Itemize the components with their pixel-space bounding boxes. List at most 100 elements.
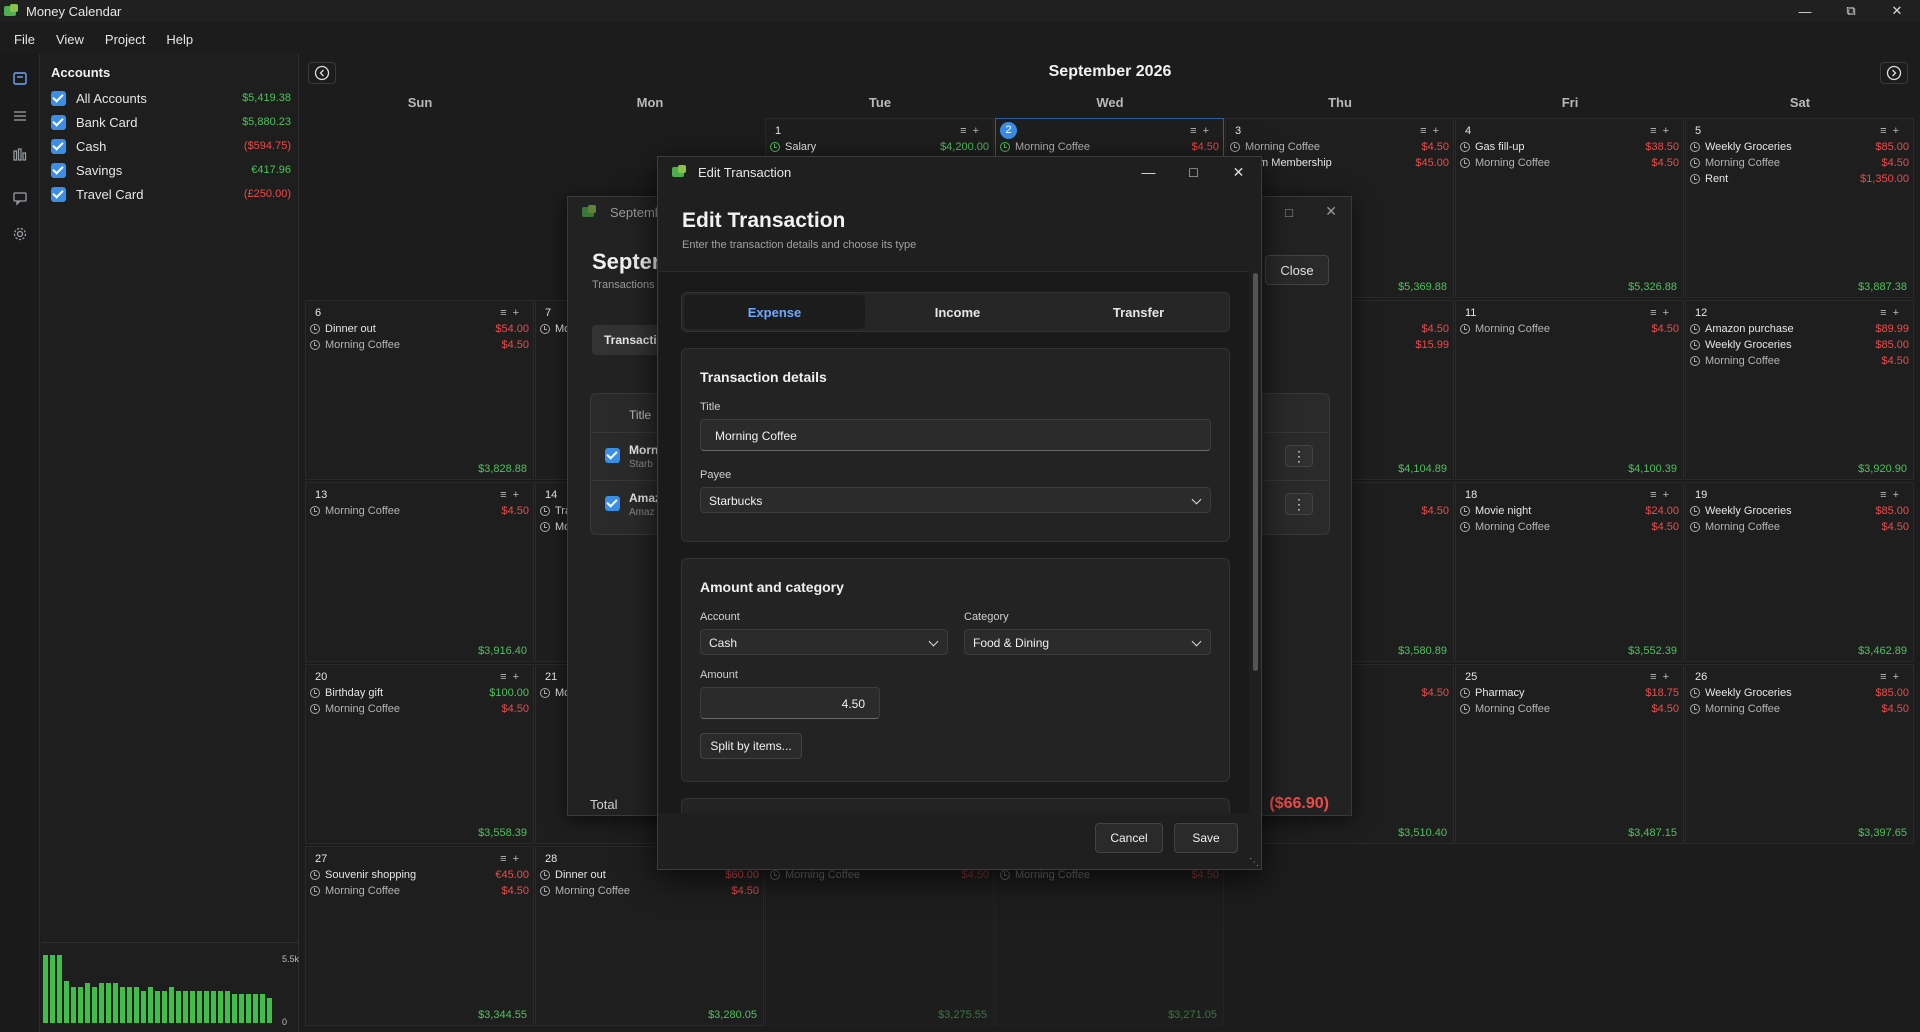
calendar-transaction[interactable]: Salary $4,200.00 xyxy=(770,139,989,155)
payee-select[interactable]: Starbucks xyxy=(700,487,1211,513)
close-icon[interactable]: ✕ xyxy=(1216,157,1261,187)
day-cell[interactable]: 26 ≡+ Weekly Groceries $85.00 Morning Coffee… xyxy=(1685,664,1914,844)
calendar-transaction[interactable]: Morning Coffee $4.50 xyxy=(310,337,529,353)
chat-icon[interactable] xyxy=(10,188,30,208)
day-list-add-icon[interactable]: ≡+ xyxy=(1650,671,1675,683)
calendar-transaction[interactable]: Weekly Groceries $85.00 xyxy=(1690,685,1909,701)
calendar-transaction[interactable]: Birthday gift $100.00 xyxy=(310,685,529,701)
menu-file[interactable]: File xyxy=(14,32,35,47)
scrollbar-thumb[interactable] xyxy=(1253,273,1258,671)
account-row-travel-card[interactable]: Travel Card (£250.00) xyxy=(51,184,291,204)
minimize-icon[interactable]: — xyxy=(1782,0,1828,22)
tab-income[interactable]: Income xyxy=(867,293,1048,331)
day-list-add-icon[interactable]: ≡+ xyxy=(1880,307,1905,319)
calendar-transaction[interactable]: Morning Coffee $4.50 xyxy=(1690,353,1909,369)
close-icon[interactable]: ✕ xyxy=(1325,203,1337,220)
day-cell[interactable]: 27 ≡+ Souvenir shopping €45.00 Morning Coffe… xyxy=(305,846,534,1026)
calendar-transaction[interactable]: Morning Coffee $4.50 xyxy=(1690,155,1909,171)
calendar-transaction[interactable]: Rent $1,350.00 xyxy=(1690,171,1909,187)
maximize-icon[interactable]: □ xyxy=(1171,157,1216,187)
day-list-add-icon[interactable]: ≡+ xyxy=(500,489,525,501)
calendar-transaction[interactable]: Morning Coffee $4.50 xyxy=(1460,321,1679,337)
cancel-button[interactable]: Cancel xyxy=(1095,823,1163,853)
checkbox-checked-icon[interactable] xyxy=(51,162,66,178)
calendar-transaction[interactable]: Souvenir shopping €45.00 xyxy=(310,867,529,883)
calendar-transaction[interactable]: Morning Coffee $4.50 xyxy=(1690,701,1909,717)
save-button[interactable]: Save xyxy=(1174,823,1238,853)
calendar-transaction[interactable]: Morning Coffee $4.50 xyxy=(1460,519,1679,535)
day-list-add-icon[interactable]: ≡+ xyxy=(500,671,525,683)
day-cell[interactable]: 6 ≡+ Dinner out $54.00 Morning Coffee $4.50 $3… xyxy=(305,300,534,480)
account-select[interactable]: Cash xyxy=(700,629,948,655)
account-row-all[interactable]: All Accounts $5,419.38 xyxy=(51,88,291,108)
checkbox-checked-icon[interactable] xyxy=(51,90,66,106)
day-cell[interactable]: 13 ≡+ Morning Coffee $4.50 $3,916.40 xyxy=(305,482,534,662)
day-cell[interactable]: 5 ≡+ Weekly Groceries $85.00 Morning Coffee $… xyxy=(1685,118,1914,298)
more-options-icon[interactable]: ⋮ xyxy=(1285,493,1313,515)
calendar-icon[interactable] xyxy=(10,68,30,88)
calendar-transaction[interactable]: Morning Coffee $4.50 xyxy=(1460,155,1679,171)
title-input[interactable]: Morning Coffee xyxy=(700,419,1211,451)
day-cell[interactable]: 19 ≡+ Weekly Groceries $85.00 Morning Coffee… xyxy=(1685,482,1914,662)
calendar-transaction[interactable]: Gas fill-up $38.50 xyxy=(1460,139,1679,155)
day-cell[interactable]: Morning Coffee $4.50 $3,271.05 xyxy=(995,846,1224,1026)
checkbox-checked-icon[interactable] xyxy=(51,138,66,154)
next-month-button[interactable] xyxy=(1880,62,1908,84)
menu-view[interactable]: View xyxy=(56,32,84,47)
calendar-transaction[interactable]: Weekly Groceries $85.00 xyxy=(1690,139,1909,155)
day-list-add-icon[interactable]: ≡+ xyxy=(500,307,525,319)
account-row-cash[interactable]: Cash ($594.75) xyxy=(51,136,291,156)
list-icon[interactable] xyxy=(10,106,30,126)
day-list-add-icon[interactable]: ≡+ xyxy=(1650,125,1675,137)
menu-project[interactable]: Project xyxy=(105,32,145,47)
calendar-transaction[interactable]: Weekly Groceries $85.00 xyxy=(1690,337,1909,353)
calendar-transaction[interactable]: Morning Coffee $4.50 xyxy=(310,503,529,519)
calendar-transaction[interactable]: Pharmacy $18.75 xyxy=(1460,685,1679,701)
day-list-add-icon[interactable]: ≡+ xyxy=(1880,489,1905,501)
account-row-savings[interactable]: Savings €417.96 xyxy=(51,160,291,180)
menu-help[interactable]: Help xyxy=(166,32,193,47)
day-list-add-icon[interactable]: ≡+ xyxy=(1420,125,1445,137)
account-row-bank-card[interactable]: Bank Card $5,880.23 xyxy=(51,112,291,132)
amount-input[interactable]: 4.50 xyxy=(700,687,880,719)
more-options-icon[interactable]: ⋮ xyxy=(1285,445,1313,467)
tab-expense[interactable]: Expense xyxy=(684,295,865,329)
calendar-transaction[interactable]: Dinner out $54.00 xyxy=(310,321,529,337)
checkbox-checked-icon[interactable] xyxy=(51,186,66,202)
category-select[interactable]: Food & Dining xyxy=(964,629,1211,655)
day-cell[interactable]: 25 ≡+ Pharmacy $18.75 Morning Coffee $4.50 $3,… xyxy=(1455,664,1684,844)
day-cell[interactable]: 20 ≡+ Birthday gift $100.00 Morning Coffee $4… xyxy=(305,664,534,844)
restore-icon[interactable]: ⧉ xyxy=(1828,0,1874,22)
calendar-transaction[interactable]: Amazon purchase $89.99 xyxy=(1690,321,1909,337)
calendar-transaction[interactable]: Morning Coffee $4.50 xyxy=(1690,519,1909,535)
day-list-add-icon[interactable]: ≡+ xyxy=(1880,125,1905,137)
resize-grip-icon[interactable]: ⋱ xyxy=(1249,857,1259,868)
calendar-transaction[interactable]: Morning Coffee $4.50 xyxy=(1460,701,1679,717)
day-cell[interactable]: 18 ≡+ Movie night $24.00 Morning Coffee $4.50… xyxy=(1455,482,1684,662)
settings-icon[interactable] xyxy=(10,224,30,244)
day-list-add-icon[interactable]: ≡+ xyxy=(1650,489,1675,501)
calendar-transaction[interactable]: Gym Membership $45.00 xyxy=(1230,155,1449,171)
split-by-items-button[interactable]: Split by items... xyxy=(700,733,802,759)
day-cell[interactable]: 11 ≡+ Morning Coffee $4.50 $4,100.39 xyxy=(1455,300,1684,480)
calendar-transaction[interactable]: Morning Coffee $4.50 xyxy=(540,883,759,899)
minimize-icon[interactable]: — xyxy=(1126,157,1171,187)
checkbox-checked-icon[interactable] xyxy=(605,448,620,463)
day-cell[interactable]: Morning Coffee $4.50 $3,275.55 xyxy=(765,846,994,1026)
day-cell[interactable]: 12 ≡+ Amazon purchase $89.99 Weekly Grocerie… xyxy=(1685,300,1914,480)
tab-transfer[interactable]: Transfer xyxy=(1048,293,1229,331)
chart-icon[interactable] xyxy=(10,144,30,164)
day-cell[interactable]: 4 ≡+ Gas fill-up $38.50 Morning Coffee $4.50 $… xyxy=(1455,118,1684,298)
calendar-transaction[interactable]: Morning Coffee $4.50 xyxy=(310,883,529,899)
calendar-transaction[interactable]: Weekly Groceries $85.00 xyxy=(1690,503,1909,519)
checkbox-checked-icon[interactable] xyxy=(605,496,620,511)
day-list-add-icon[interactable]: ≡+ xyxy=(1190,125,1215,137)
close-icon[interactable]: ✕ xyxy=(1874,0,1920,22)
day-list-add-icon[interactable]: ≡+ xyxy=(1650,307,1675,319)
checkbox-checked-icon[interactable] xyxy=(51,114,66,130)
day-list-add-icon[interactable]: ≡+ xyxy=(1880,671,1905,683)
calendar-transaction[interactable]: Morning Coffee $4.50 xyxy=(1230,139,1449,155)
calendar-transaction[interactable]: Movie night $24.00 xyxy=(1460,503,1679,519)
maximize-icon[interactable]: □ xyxy=(1285,205,1293,220)
day-list-add-icon[interactable]: ≡+ xyxy=(500,853,525,865)
